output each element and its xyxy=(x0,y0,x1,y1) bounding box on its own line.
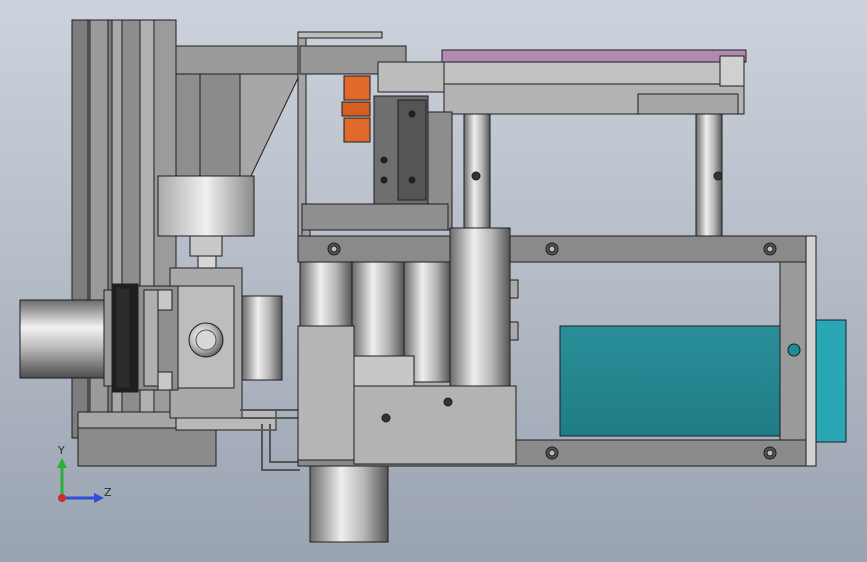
bottom-cylinder xyxy=(309,465,389,543)
large-pusher-cylinder xyxy=(449,227,511,409)
purple-top-plate xyxy=(441,49,747,63)
cad-viewport[interactable]: Y Z xyxy=(0,0,867,562)
orange-coupling xyxy=(341,75,371,143)
z-axis-label: Z xyxy=(104,486,112,499)
left-horizontal-cylinder xyxy=(19,283,179,393)
cad-model-view: Y Z xyxy=(0,0,867,562)
y-axis-label: Y xyxy=(57,444,65,457)
